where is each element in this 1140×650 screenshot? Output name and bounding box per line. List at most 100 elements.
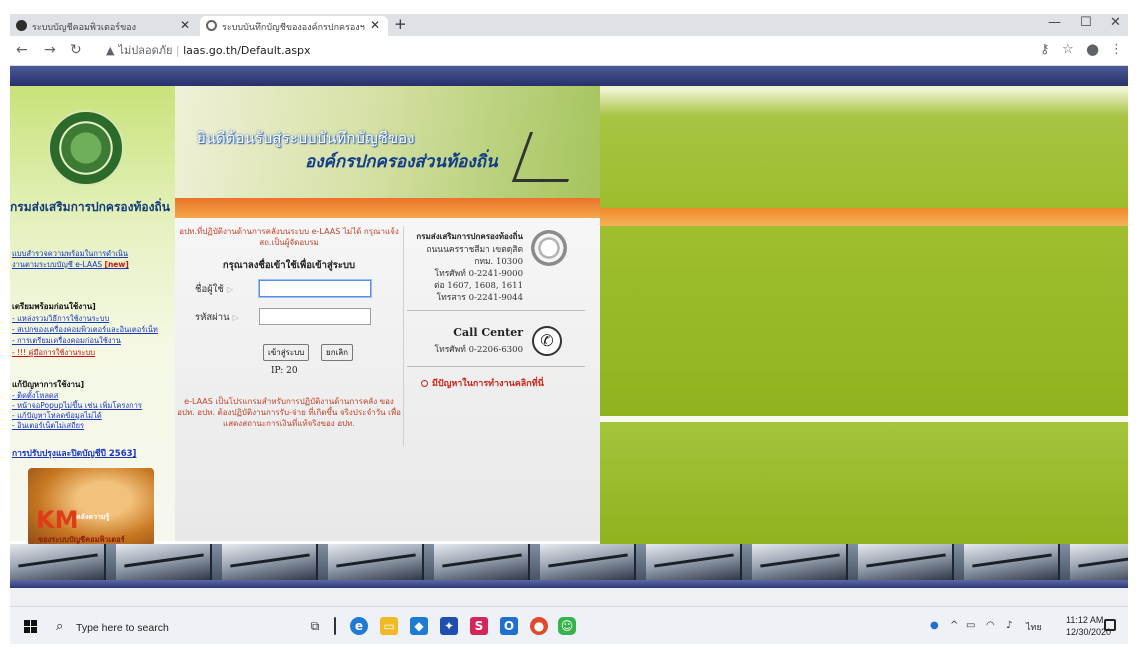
battery-icon[interactable]: ▭ — [966, 620, 975, 631]
back-icon[interactable]: ← — [16, 42, 28, 58]
km-logo: KM — [36, 506, 79, 534]
prep-link-manual[interactable]: - !!! คู่มือการใช้งานระบบ — [12, 347, 95, 359]
panel-divider — [403, 226, 404, 446]
right-decor-orange — [600, 208, 1128, 226]
contact-divider — [407, 310, 585, 311]
call-center-phone: โทรศัพท์ 0-2206-6300 — [434, 345, 523, 355]
address-bar: ← → ↻ ▲ ไม่ปลอดภัย | laas.go.th/Default.a… — [10, 36, 1128, 66]
bullet-icon — [421, 380, 428, 387]
department-seal-logo — [48, 110, 124, 186]
password-label: รหัสผ่าน ▷ — [195, 310, 239, 325]
contact-divider — [407, 366, 585, 367]
minimize-icon[interactable]: — — [1048, 15, 1061, 30]
issue-link-internet[interactable]: - อินเตอร์เน็ตไม่เสถียร — [12, 420, 84, 432]
login-note: อปท.ที่ปฏิบัติงานด้านการคลังบนระบบ e-LAA… — [179, 227, 399, 247]
window-close-icon[interactable]: ✕ — [1110, 15, 1121, 30]
top-banner-band — [10, 66, 1128, 86]
prep-heading: เตรียมพร้อมก่อนใช้งาน] — [12, 302, 96, 311]
footer-photo — [1070, 544, 1128, 580]
username-label: ชื่อผู้ใช้ ▷ — [195, 282, 233, 297]
footer-photo — [328, 544, 424, 580]
survey-link-line2[interactable]: งานตามระบบบัญชี e-LAAS [new] — [12, 259, 129, 271]
password-label-text: รหัสผ่าน — [195, 312, 230, 323]
welcome-banner: ยินดีต้อนรับสู่ระบบบันทึกบัญชีของ องค์กร… — [175, 86, 600, 198]
people-icon[interactable]: ● — [930, 620, 939, 631]
reload-icon[interactable]: ↻ — [70, 42, 82, 58]
network-icon[interactable]: ◠ — [986, 620, 995, 631]
tab-title: ระบบบันทึกบัญชีขององค์กรปกครองฯ — [222, 23, 365, 33]
chrome-icon[interactable]: ● — [530, 617, 548, 635]
footer-photo — [116, 544, 212, 580]
footer-photo — [752, 544, 848, 580]
right-decor-green — [600, 226, 1128, 416]
login-button[interactable]: เข้าสู่ระบบ — [263, 344, 310, 361]
taskbar-search[interactable]: ⌕ Type here to search — [50, 615, 300, 639]
elaas-description: e-LAAS เป็นโปรแกรมสำหรับการปฏิบัติงานด้า… — [177, 397, 401, 428]
login-panel: อปท.ที่ปฏิบัติงานด้านการคลังบนระบบ e-LAA… — [175, 218, 600, 541]
call-center-title: Call Center — [453, 326, 523, 339]
browser-tab-bar: ระบบบัญชีคอมพิวเตอร์ของ ✕ ระบบบันทึกบัญช… — [10, 14, 1128, 36]
right-decor-top — [600, 86, 1128, 208]
budget-close-link[interactable]: การปรับปรุงและปิดบัญชีปี 2563] — [12, 446, 136, 460]
footer-photo — [10, 544, 106, 580]
search-icon: ⌕ — [56, 619, 64, 634]
browser-tab-active[interactable]: ระบบบันทึกบัญชีขององค์กรปกครองฯ ✕ — [200, 16, 388, 36]
cancel-button[interactable]: ยกเลิก — [321, 344, 354, 361]
banner-welcome-text: ยินดีต้อนรับสู่ระบบบันทึกบัญชีของ — [197, 129, 415, 147]
password-input[interactable] — [259, 308, 371, 325]
url-text: laas.go.th/Default.aspx — [183, 44, 311, 57]
warning-icon: ▲ — [106, 44, 115, 57]
notification-icon[interactable] — [1104, 619, 1116, 631]
banner-org-text: องค์กรปกครองส่วนท้องถิ่น — [305, 152, 498, 172]
edge-browser-icon[interactable]: e — [350, 617, 368, 635]
arrow-icon: ▷ — [226, 285, 233, 294]
profile-icon[interactable]: ● — [1086, 40, 1099, 58]
right-decor-green-lower — [600, 422, 1128, 544]
page-bottom-area — [10, 588, 1128, 606]
footer-photo — [222, 544, 318, 580]
bottom-band — [10, 580, 1128, 588]
dropbox-icon[interactable]: ✦ — [440, 617, 458, 635]
km-subtitle: คลังความรู้ — [76, 513, 110, 521]
key-icon[interactable]: ⚷ — [1040, 42, 1050, 57]
task-view-icon[interactable]: ⧉ — [306, 617, 324, 635]
username-input[interactable] — [259, 280, 371, 297]
url-field[interactable]: ▲ ไม่ปลอดภัย | laas.go.th/Default.aspx — [106, 40, 1006, 62]
volume-icon[interactable]: ♪ — [1006, 620, 1012, 631]
footer-photo — [646, 544, 742, 580]
language-indicator[interactable]: ไทย — [1026, 620, 1042, 634]
app-icon[interactable]: S — [470, 617, 488, 635]
department-name: กรมส่งเสริมการปกครองท้องถิ่น — [10, 200, 170, 214]
tray-chevron-icon[interactable]: ^ — [950, 620, 958, 631]
orange-stripe — [175, 198, 600, 218]
maximize-icon[interactable]: ☐ — [1080, 15, 1092, 30]
tab-title: ระบบบัญชีคอมพิวเตอร์ของ — [32, 23, 137, 33]
tab-close-icon[interactable]: ✕ — [180, 18, 190, 32]
ip-address: IP: 20 — [271, 366, 298, 376]
tab-favicon-icon — [206, 20, 217, 31]
star-icon[interactable]: ☆ — [1062, 42, 1074, 57]
new-tab-button[interactable]: + — [394, 15, 407, 33]
problem-report-link[interactable]: มีปัญหาในการทำงานคลิกที่นี่ — [421, 376, 544, 390]
footer-photo — [964, 544, 1060, 580]
arrow-icon: ▷ — [232, 313, 239, 322]
new-badge: [new] — [104, 260, 129, 269]
username-label-text: ชื่อผู้ใช้ — [195, 284, 224, 295]
tab-close-icon[interactable]: ✕ — [370, 18, 380, 32]
web-page: กรมส่งเสริมการปกครองท้องถิ่น แบบสำรวจควา… — [10, 66, 1128, 606]
line-app-icon[interactable]: ☺ — [558, 617, 576, 635]
prep-link-setup[interactable]: - การเตรียมเครื่องคอมก่อนใช้งาน — [12, 335, 121, 347]
globe-icon — [531, 230, 567, 266]
outlook-icon[interactable]: O — [500, 617, 518, 635]
store-icon[interactable]: ◆ — [410, 617, 428, 635]
tab-favicon-icon — [16, 20, 27, 31]
menu-icon[interactable]: ⋮ — [1110, 42, 1123, 57]
file-explorer-icon[interactable]: ▭ — [380, 617, 398, 635]
forward-icon[interactable]: → — [44, 42, 56, 58]
phone-icon: ✆ — [532, 326, 562, 356]
browser-tab[interactable]: ระบบบัญชีคอมพิวเตอร์ของ ✕ — [10, 16, 198, 36]
footer-photo — [858, 544, 954, 580]
start-button-windows-icon[interactable] — [24, 620, 37, 633]
footer-photo-strip — [10, 544, 1128, 580]
survey-link-text: งานตามระบบบัญชี e-LAAS — [12, 260, 103, 269]
